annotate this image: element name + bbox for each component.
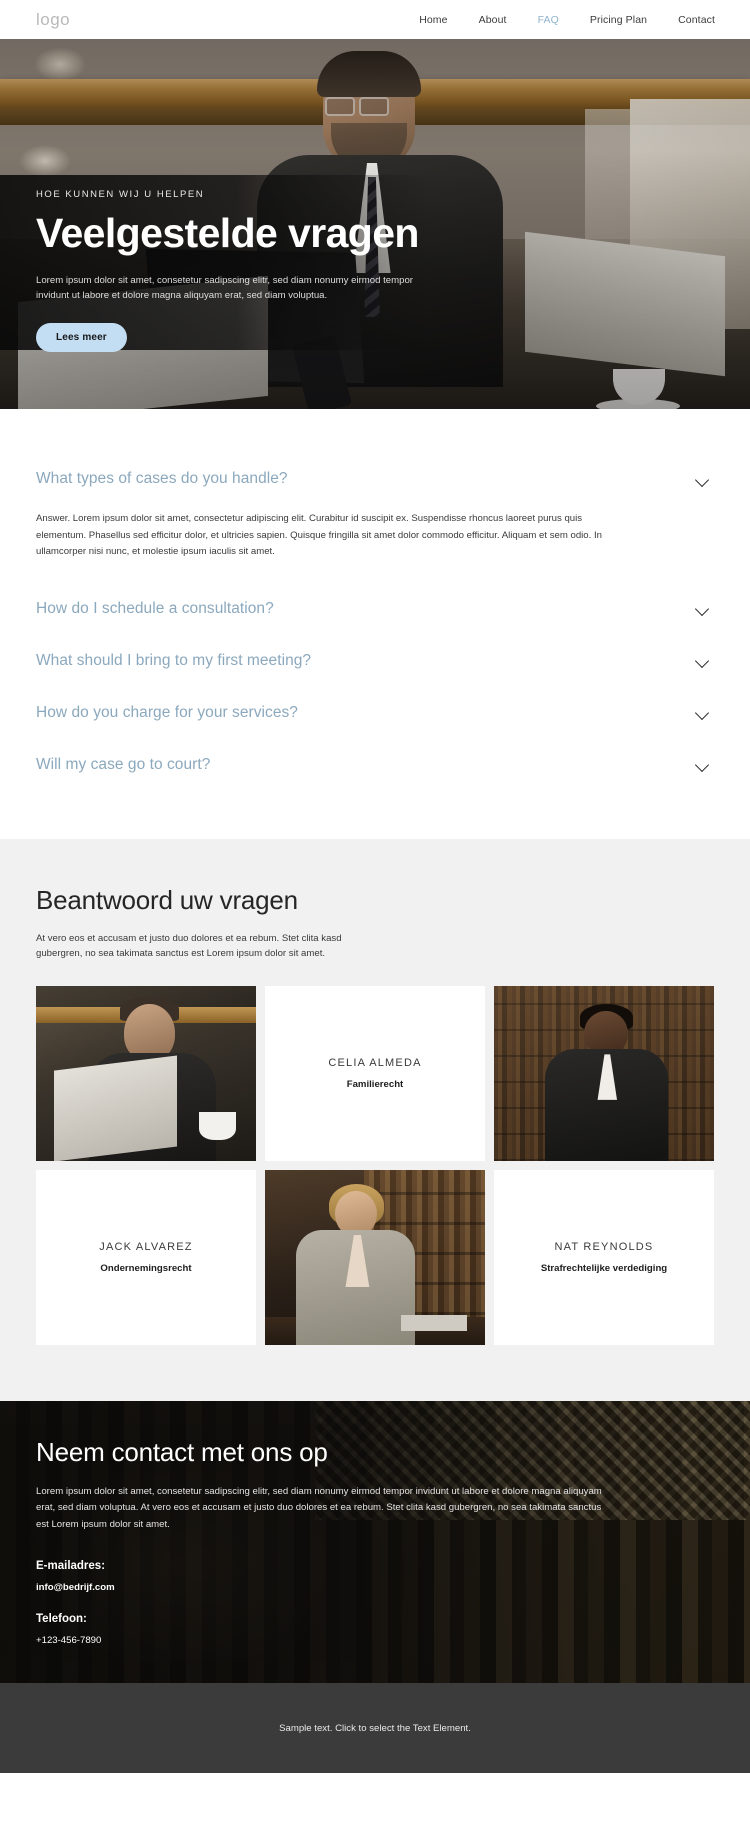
team-section: Beantwoord uw vragen At vero eos et accu… <box>0 838 750 1402</box>
page-root: logo Home About FAQ Pricing Plan Contact <box>0 0 750 1774</box>
team-member-role: Strafrechtelijke verdediging <box>540 1263 668 1275</box>
faq-item: Will my case go to court? <box>36 739 714 791</box>
chevron-down-icon[interactable] <box>696 602 709 615</box>
faq-question-label: Will my case go to court? <box>36 755 211 773</box>
chevron-down-icon[interactable] <box>696 758 709 771</box>
faq-item-open: What types of cases do you handle? Answe… <box>36 459 714 583</box>
faq-question-label: What types of cases do you handle? <box>36 470 288 487</box>
faq-item: How do I schedule a consultation? <box>36 583 714 635</box>
team-grid: CELIA ALMEDA Familierecht JACK ALVAREZ O… <box>36 986 714 1346</box>
team-subtitle: At vero eos et accusam et justo duo dolo… <box>36 932 342 960</box>
team-card-nat-reynolds: NAT REYNOLDS Strafrechtelijke verdedigin… <box>494 1170 714 1346</box>
team-member-role: Familierecht <box>346 1079 404 1091</box>
footer-sample-text[interactable]: Sample text. Click to select the Text El… <box>279 1723 471 1734</box>
hero-content: HOE KUNNEN WIJ U HELPEN Veelgestelde vra… <box>36 189 456 352</box>
nav-item-faq[interactable]: FAQ <box>538 14 559 26</box>
contact-section: Neem contact met ons op Lorem ipsum dolo… <box>0 1401 750 1684</box>
main-navigation: Home About FAQ Pricing Plan Contact <box>419 14 715 26</box>
team-member-role: Ondernemingsrecht <box>100 1263 192 1275</box>
contact-body-text: Lorem ipsum dolor sit amet, consetetur s… <box>36 1486 602 1530</box>
faq-question-row[interactable]: Will my case go to court? <box>36 739 714 791</box>
team-card-jack-alvarez: JACK ALVAREZ Ondernemingsrecht <box>36 1170 256 1346</box>
faq-question-row[interactable]: What should I bring to my first meeting? <box>36 635 714 687</box>
nav-item-contact[interactable]: Contact <box>678 14 715 26</box>
faq-question-row[interactable]: How do I schedule a consultation? <box>36 583 714 635</box>
hero-title: Veelgestelde vragen <box>36 210 419 256</box>
faq-collapsed-list: How do I schedule a consultation? What s… <box>36 583 714 791</box>
faq-question-label: How do I schedule a consultation? <box>36 599 274 617</box>
lees-meer-button[interactable]: Lees meer <box>36 322 127 352</box>
faq-section: What types of cases do you handle? Answe… <box>0 409 750 839</box>
site-footer: Sample text. Click to select the Text El… <box>0 1683 750 1774</box>
contact-title: Neem contact met ons op <box>36 1437 328 1468</box>
faq-item: How do you charge for your services? <box>36 687 714 739</box>
faq-question-label: How do you charge for your services? <box>36 703 298 721</box>
contact-content: Neem contact met ons op Lorem ipsum dolo… <box>0 1401 750 1646</box>
chevron-down-icon[interactable] <box>696 654 709 667</box>
hero-eyebrow: HOE KUNNEN WIJ U HELPEN <box>36 189 205 200</box>
team-photo-lawyer-desk <box>36 986 256 1162</box>
logo[interactable]: logo <box>36 10 70 30</box>
phone-label: Telefoon: <box>36 1613 87 1626</box>
chevron-down-icon[interactable] <box>696 706 709 719</box>
team-card-celia-almeda: CELIA ALMEDA Familierecht <box>265 986 485 1162</box>
nav-item-pricing-plan[interactable]: Pricing Plan <box>590 14 647 26</box>
site-header: logo Home About FAQ Pricing Plan Contact <box>0 0 750 39</box>
chevron-down-icon[interactable] <box>696 473 709 486</box>
faq-item: What should I bring to my first meeting? <box>36 635 714 687</box>
faq-answer-text: Answer. Lorem ipsum dolor sit amet, cons… <box>36 513 602 557</box>
team-photo-lawyer-library <box>494 986 714 1162</box>
faq-question-label: What should I bring to my first meeting? <box>36 651 312 669</box>
team-member-name: CELIA ALMEDA <box>328 1057 422 1070</box>
hero-section: HOE KUNNEN WIJ U HELPEN Veelgestelde vra… <box>0 39 750 409</box>
faq-question-row[interactable]: How do you charge for your services? <box>36 687 714 739</box>
team-member-name: NAT REYNOLDS <box>554 1241 654 1254</box>
team-photo-lawyer-office <box>265 1170 485 1346</box>
nav-item-home[interactable]: Home <box>419 14 447 26</box>
hero-subtitle: Lorem ipsum dolor sit amet, consetetur s… <box>36 274 413 302</box>
team-title: Beantwoord uw vragen <box>36 884 298 915</box>
email-label: E-mailadres: <box>36 1560 106 1573</box>
nav-item-about[interactable]: About <box>479 14 507 26</box>
email-value[interactable]: info@bedrijf.com <box>36 1582 714 1593</box>
phone-value[interactable]: +123-456-7890 <box>36 1635 714 1646</box>
team-member-name: JACK ALVAREZ <box>99 1241 193 1254</box>
faq-question-row[interactable]: What types of cases do you handle? <box>36 459 714 499</box>
